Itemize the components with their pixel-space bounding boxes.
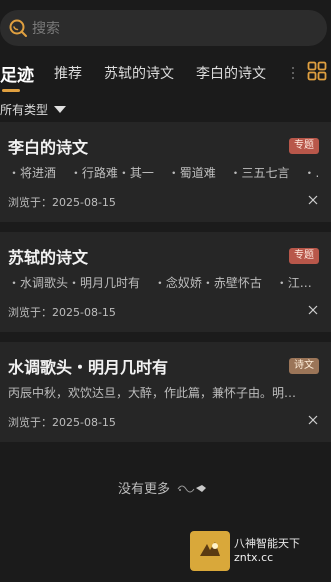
search-input[interactable]: 搜索 (32, 18, 60, 38)
history-card[interactable]: 苏轼的诗文 专题 ・水调歌头・明月几时有 ・念奴娇・赤壁怀古 ・江… 浏览于：2… (0, 232, 331, 332)
list-item: ・念奴娇・赤壁怀古 (153, 276, 262, 290)
browse-date: 浏览于：2025-08-15 (8, 416, 116, 429)
grid-menu-icon[interactable] (307, 61, 327, 81)
type-badge: 专题 (289, 248, 319, 264)
watermark-title: 八神智能天下 (234, 537, 300, 550)
card-title: 李白的诗文 (8, 138, 89, 157)
list-item: ・行路难・其一 (69, 166, 154, 180)
list-item: ・… (303, 166, 318, 180)
more-dots-icon (292, 67, 294, 79)
card-title: 水调歌头・明月几时有 (8, 358, 169, 377)
close-icon[interactable] (307, 194, 319, 206)
card-item-list: ・水调歌头・明月几时有 ・念奴娇・赤壁怀古 ・江… (8, 274, 318, 291)
list-item: ・蜀道难 (167, 166, 216, 180)
type-filter-dropdown[interactable]: 所有类型 (0, 100, 67, 118)
browse-date: 浏览于：2025-08-15 (8, 306, 116, 319)
filter-label: 所有类型 (0, 102, 49, 117)
card-excerpt: 丙辰中秋，欢饮达旦，大醉，作此篇，兼怀子由。明… (8, 386, 297, 400)
close-icon[interactable] (307, 304, 319, 316)
type-badge: 诗文 (289, 358, 319, 374)
tab-bar: 足迹 推荐 苏轼的诗文 李白的诗文 (0, 58, 331, 92)
card-title: 苏轼的诗文 (8, 248, 89, 267)
watermark-logo-icon (190, 531, 230, 571)
watermark: 八神智能天下 zntx.cc (190, 530, 321, 572)
history-card[interactable]: 李白的诗文 专题 ・将进酒 ・行路难・其一 ・蜀道难 ・三五七言 ・… 浏览于：… (0, 122, 331, 222)
swirl-decoration-icon (177, 484, 207, 492)
list-item: ・江… (275, 276, 312, 290)
close-icon[interactable] (307, 414, 319, 426)
tab-recommend[interactable]: 推荐 (54, 63, 82, 83)
chevron-down-icon (54, 105, 67, 113)
history-card[interactable]: 水调歌头・明月几时有 诗文 丙辰中秋，欢饮达旦，大醉，作此篇，兼怀子由。明… 浏… (0, 342, 331, 442)
tab-sushi-poems[interactable]: 苏轼的诗文 (104, 63, 174, 83)
tab-libai-poems[interactable]: 李白的诗文 (196, 63, 266, 83)
list-item: ・将进酒 (8, 166, 57, 180)
search-icon (9, 19, 27, 37)
list-item: ・水调歌头・明月几时有 (8, 276, 141, 290)
search-bar[interactable]: 搜索 (0, 10, 327, 46)
end-of-list: 没有更多 (118, 478, 208, 497)
browse-date: 浏览于：2025-08-15 (8, 196, 116, 209)
type-badge: 专题 (289, 138, 319, 154)
list-item: ・三五七言 (229, 166, 290, 180)
tab-footprints[interactable]: 足迹 (0, 61, 34, 92)
card-item-list: ・将进酒 ・行路难・其一 ・蜀道难 ・三五七言 ・… (8, 164, 318, 181)
no-more-label: 没有更多 (118, 482, 171, 497)
watermark-url: zntx.cc (234, 551, 274, 564)
